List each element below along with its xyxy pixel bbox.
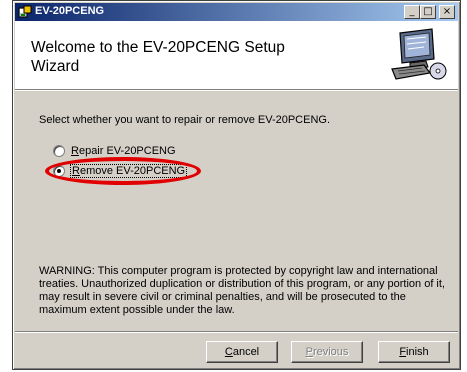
minimize-icon: _ [409, 6, 415, 17]
repair-label: Repair EV-20PCENG [71, 145, 176, 157]
computer-setup-icon [391, 28, 447, 80]
maximize-button[interactable]: □ [420, 5, 436, 19]
installer-app-icon [18, 5, 32, 18]
close-icon: × [442, 6, 452, 17]
repair-option[interactable]: Repair EV-20PCENG [53, 145, 176, 158]
repair-radio[interactable] [53, 145, 65, 158]
window-title: EV-20PCENG [35, 5, 105, 17]
red-highlight-ellipse [45, 157, 201, 185]
banner-divider [15, 90, 458, 91]
previous-button[interactable]: Previous [291, 341, 363, 363]
copyright-warning: WARNING: This computer program is protec… [39, 265, 445, 316]
wizard-heading: Welcome to the EV-20PCENG Setup Wizard [31, 39, 285, 75]
minimize-button[interactable]: _ [404, 5, 420, 19]
setup-wizard-window: EV-20PCENG _ □ × Welcome to the EV-20PCE… [12, 0, 461, 370]
finish-button[interactable]: Finish [378, 341, 450, 363]
instruction-text: Select whether you want to repair or rem… [39, 114, 331, 126]
wizard-banner: Welcome to the EV-20PCENG Setup Wizard [15, 21, 458, 90]
close-button[interactable]: × [439, 5, 455, 19]
maximize-icon: □ [423, 6, 433, 17]
cancel-button[interactable]: Cancel [206, 341, 278, 363]
title-bar[interactable]: EV-20PCENG _ □ × [15, 3, 458, 21]
